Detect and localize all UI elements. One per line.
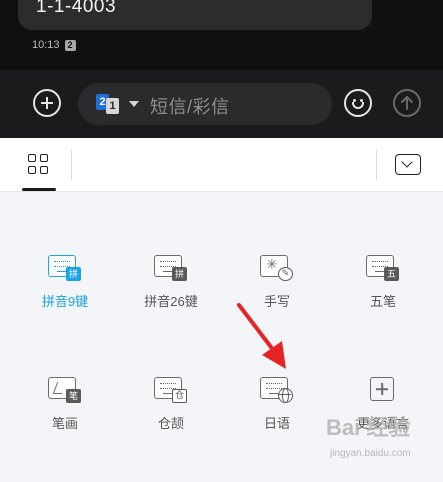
layout-label: 拼音26键 <box>144 294 198 309</box>
toolbar-divider <box>376 150 377 180</box>
keyboard-globe-icon <box>260 375 294 405</box>
apps-grid-icon[interactable] <box>28 154 49 175</box>
toolbar-divider <box>71 150 72 180</box>
watermark-logo: Bai 经验 <box>326 415 411 440</box>
compose-bar: 2 1 短信/彩信 <box>0 70 443 138</box>
watermark-url: jingyan.baidu.com <box>330 448 411 459</box>
active-tab-indicator <box>22 188 56 191</box>
layout-label: 五笔 <box>369 294 396 309</box>
collapse-keyboard-icon[interactable] <box>395 154 421 175</box>
panel-toolbar <box>0 138 443 192</box>
red-arrow-annotation <box>237 303 286 369</box>
sim-secondary-icon: 1 <box>106 98 119 114</box>
layout-pinyin-9[interactable]: 拼 拼音9键 <box>10 253 120 310</box>
add-language-icon <box>366 375 400 405</box>
baidu-watermark: Bai 经验 jingyan.baidu.com <box>326 408 441 478</box>
message-text: 1-1-4003 <box>36 0 117 17</box>
layout-label: 笔画 <box>51 416 78 431</box>
layout-japanese[interactable]: 日语 <box>222 375 332 432</box>
stroke-icon: 笔 <box>48 375 82 405</box>
keyboard-wubi-icon: 五 <box>366 253 400 283</box>
layout-cangjie[interactable]: 仓 仓颉 <box>116 375 226 432</box>
sim-card-badge: 2 <box>64 39 76 51</box>
layout-label: 仓颉 <box>157 416 184 431</box>
message-time: 10:13 <box>32 39 60 51</box>
keyboard-cangjie-icon: 仓 <box>154 375 188 405</box>
layout-pinyin-26[interactable]: 拼 拼音26键 <box>116 253 226 310</box>
layout-label: 日语 <box>263 416 290 431</box>
emoji-icon[interactable] <box>344 89 372 117</box>
sim-selector[interactable]: 2 1 <box>96 94 122 114</box>
message-input[interactable]: 2 1 短信/彩信 <box>78 83 332 125</box>
keyboard-9-key-icon: 拼 <box>48 253 82 283</box>
message-bubble[interactable]: 1-1-4003 <box>18 0 372 30</box>
layout-stroke[interactable]: 笔 笔画 <box>10 375 120 432</box>
message-meta: 10:13 2 <box>32 39 76 51</box>
send-arrow-icon[interactable] <box>393 89 421 117</box>
message-input-placeholder: 短信/彩信 <box>150 97 230 117</box>
layout-wubi[interactable]: 五 五笔 <box>328 253 438 310</box>
sim-dropdown-caret-icon[interactable] <box>129 101 139 107</box>
handwriting-icon: ✳ ✎ <box>260 253 294 283</box>
attach-plus-icon[interactable] <box>33 89 61 117</box>
layout-label: 拼音9键 <box>41 294 89 309</box>
conversation-area: 1-1-4003 10:13 2 <box>0 0 443 70</box>
keyboard-26-key-icon: 拼 <box>154 253 188 283</box>
